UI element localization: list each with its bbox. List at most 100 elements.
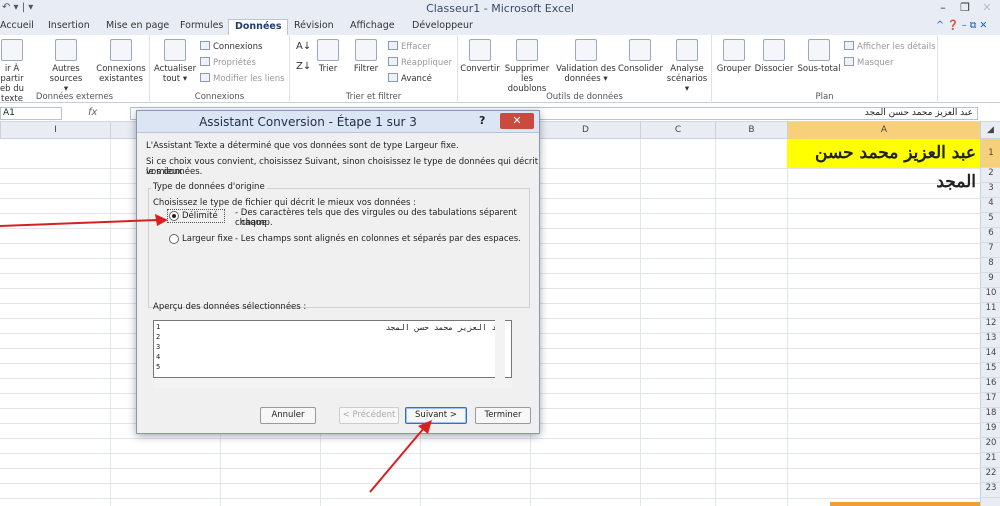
tab-donnees[interactable]: Données <box>228 19 289 35</box>
minimize-icon[interactable]: – <box>932 1 954 16</box>
hide-detail-button[interactable]: Masquer <box>844 57 893 68</box>
edit-links-button[interactable]: Modifier les liens <box>200 73 285 84</box>
tab-formules[interactable]: Formules <box>180 20 223 31</box>
group-button[interactable]: Grouper <box>716 39 752 74</box>
row-header[interactable]: 15 <box>981 363 1000 378</box>
cell-a1[interactable]: عبد العزيز محمد حسن المجد <box>787 139 980 192</box>
row-header[interactable]: 2 <box>981 168 1000 183</box>
name-box[interactable]: A1 <box>0 107 62 120</box>
data-validation-button[interactable]: Validation des données ▾ <box>554 39 618 84</box>
tab-developpeur[interactable]: Développeur <box>412 20 473 31</box>
advanced-icon <box>388 73 398 82</box>
row-header[interactable]: 20 <box>981 438 1000 453</box>
column-header-i[interactable]: I <box>0 122 110 139</box>
row-header[interactable]: 16 <box>981 378 1000 393</box>
row-header[interactable]: 19 <box>981 423 1000 438</box>
row-header[interactable]: 18 <box>981 408 1000 423</box>
filter-button[interactable]: Filtrer <box>350 39 382 74</box>
sort-button[interactable]: Trier <box>314 39 342 74</box>
group-label: Outils de données <box>546 92 623 102</box>
row-header[interactable]: 1 <box>981 139 1000 168</box>
row-header[interactable]: 11 <box>981 303 1000 318</box>
tab-mise-en-page[interactable]: Mise en page <box>106 20 169 31</box>
annotation-arrow-icon <box>369 420 432 493</box>
sort-za-icon[interactable]: Z↓ <box>296 61 311 72</box>
group-outline: Grouper Dissocier Sous-total Afficher le… <box>712 35 938 103</box>
row-header[interactable]: 6 <box>981 228 1000 243</box>
help-icon[interactable]: ? <box>479 114 485 127</box>
tab-affichage[interactable]: Affichage <box>350 20 395 31</box>
row-header[interactable]: 14 <box>981 348 1000 363</box>
row-header[interactable]: 4 <box>981 198 1000 213</box>
data-preview[interactable]: 1 2 3 4 5 عبد العزيز محمد حسن المجد <box>153 320 512 378</box>
restore-icon[interactable]: ❐ <box>954 1 976 16</box>
row-header[interactable]: 10 <box>981 288 1000 303</box>
show-detail-button[interactable]: Afficher les détails <box>844 41 936 52</box>
sort-az-icon[interactable]: A↓ <box>296 41 311 52</box>
fx-icon[interactable]: fx <box>88 107 97 118</box>
consolidate-button[interactable]: Consolider <box>618 39 663 74</box>
column-header-d[interactable]: D <box>530 122 640 139</box>
grid-row-line <box>0 453 980 454</box>
text-import-wizard-dialog: Assistant Conversion - Étape 1 sur 3 ? ✕… <box>136 110 540 434</box>
row-header[interactable]: 9 <box>981 273 1000 288</box>
preview-row-number: 1 <box>156 323 161 331</box>
column-header-b[interactable]: B <box>715 122 787 139</box>
row-header[interactable]: 21 <box>981 453 1000 468</box>
ribbon: ir À partir eb du texte Autres sources ▾ C… <box>0 35 1000 104</box>
delimited-label[interactable]: Délimité <box>182 211 218 221</box>
column-header-a[interactable]: A <box>787 122 980 139</box>
cancel-button[interactable]: Annuler <box>260 407 316 424</box>
other-sources-button[interactable]: Autres sources ▾ <box>48 39 84 94</box>
row-header[interactable]: 7 <box>981 243 1000 258</box>
tab-insertion[interactable]: Insertion <box>48 20 90 31</box>
row-header[interactable]: 23 <box>981 483 1000 498</box>
row-header[interactable]: 3 <box>981 183 1000 198</box>
connections-small-icon <box>200 41 210 50</box>
duplicates-icon <box>516 39 538 61</box>
tab-accueil[interactable]: Accueil <box>0 20 34 31</box>
dialog-title: Assistant Conversion - Étape 1 sur 3 <box>199 115 417 129</box>
subtotal-button[interactable]: Sous-total <box>796 39 842 74</box>
close-icon[interactable]: ✕ <box>976 1 998 16</box>
row-header[interactable]: 22 <box>981 468 1000 483</box>
grid-row-line <box>0 468 980 469</box>
row-header[interactable]: 13 <box>981 333 1000 348</box>
fixed-width-radio[interactable] <box>169 234 179 244</box>
delimited-radio[interactable] <box>169 211 179 221</box>
subtotal-icon <box>808 39 830 61</box>
what-if-analysis-button[interactable]: Analyse scénarios ▾ <box>664 39 710 94</box>
existing-connections-button[interactable]: Connexions existantes <box>96 39 146 84</box>
advanced-filter-button[interactable]: Avancé <box>388 73 432 84</box>
row-header[interactable]: 8 <box>981 258 1000 273</box>
row-header[interactable]: 12 <box>981 318 1000 333</box>
window-title: Classeur1 - Microsoft Excel <box>426 2 574 15</box>
group-label: Données externes <box>35 92 114 102</box>
ribbon-tabs: Accueil Insertion Mise en page Formules … <box>0 18 1000 35</box>
remove-duplicates-button[interactable]: Supprimer les doublons <box>502 39 552 94</box>
properties-icon <box>200 57 210 66</box>
finish-button[interactable]: Terminer <box>475 407 531 424</box>
properties-button[interactable]: Propriétés <box>200 57 256 68</box>
preview-vertical-scrollbar[interactable] <box>495 320 505 378</box>
fixed-width-label[interactable]: Largeur fixe <box>182 234 233 244</box>
row-header[interactable]: 17 <box>981 393 1000 408</box>
tab-revision[interactable]: Révision <box>294 20 334 31</box>
close-icon[interactable]: ✕ <box>500 113 534 129</box>
help-icon[interactable]: ^ ❓ – ⧉ ✕ <box>936 20 987 31</box>
clear-filter-button[interactable]: Effacer <box>388 41 431 52</box>
dialog-title-bar[interactable]: Assistant Conversion - Étape 1 sur 3 ? ✕ <box>137 111 539 133</box>
column-header-c[interactable]: C <box>640 122 715 139</box>
grid-row-line <box>0 438 980 439</box>
text-file-icon <box>1 39 23 61</box>
wizard-intro: L'Assistant Texte a déterminé que vos do… <box>146 141 459 151</box>
select-all-corner[interactable]: ◢ <box>980 122 1000 139</box>
preview-horizontal-scrollbar[interactable] <box>153 378 512 388</box>
row-header[interactable]: 5 <box>981 213 1000 228</box>
ungroup-button[interactable]: Dissocier <box>754 39 794 74</box>
reapply-button[interactable]: Réappliquer <box>388 57 452 68</box>
connections-button[interactable]: Connexions <box>200 41 262 52</box>
text-to-columns-button[interactable]: Convertir <box>460 39 500 74</box>
link-icon <box>200 73 210 82</box>
refresh-all-button[interactable]: Actualiser tout ▾ <box>154 39 196 84</box>
